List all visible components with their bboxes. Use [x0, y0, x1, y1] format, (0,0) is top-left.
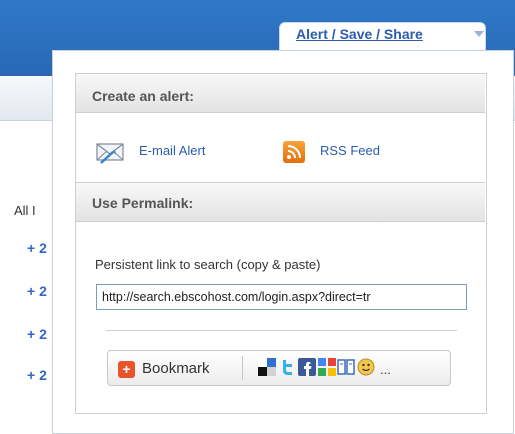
background-expand-link[interactable]: + 2: [27, 240, 47, 256]
share-separator: [242, 356, 243, 380]
rss-icon[interactable]: [283, 141, 305, 163]
twitter-icon[interactable]: [279, 358, 297, 376]
bookmark-plus-icon[interactable]: +: [118, 361, 135, 378]
google-icon[interactable]: [318, 358, 336, 376]
background-expand-link[interactable]: + 2: [27, 367, 47, 383]
smiley-icon[interactable]: [357, 358, 375, 376]
permalink-url-field[interactable]: [96, 284, 467, 310]
permalink-label: Persistent link to search (copy & paste): [95, 257, 321, 272]
alert-save-share-link[interactable]: Alert / Save / Share: [296, 26, 423, 42]
email-icon[interactable]: [95, 140, 129, 164]
more-services-link[interactable]: ...: [380, 362, 391, 377]
rss-feed-link[interactable]: RSS Feed: [320, 143, 380, 158]
permalink-title: Use Permalink:: [92, 195, 194, 211]
chevron-down-icon[interactable]: [474, 31, 484, 37]
delicious-icon[interactable]: [258, 358, 276, 376]
background-expand-link[interactable]: + 2: [27, 326, 47, 342]
divider: [106, 330, 457, 331]
create-alert-title: Create an alert:: [92, 88, 194, 104]
digg-icon[interactable]: [337, 358, 355, 376]
bookmark-label[interactable]: Bookmark: [142, 360, 210, 377]
background-expand-link[interactable]: + 2: [27, 283, 47, 299]
email-alert-link[interactable]: E-mail Alert: [139, 143, 205, 158]
facebook-icon[interactable]: [298, 358, 316, 376]
background-text: All I: [14, 203, 36, 218]
